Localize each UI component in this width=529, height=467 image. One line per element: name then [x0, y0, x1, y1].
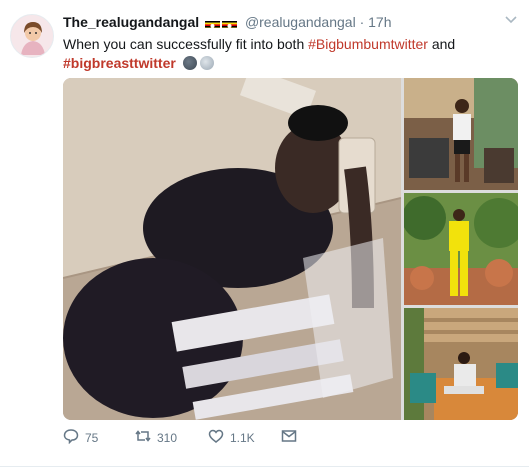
hashtag-link[interactable]: #Bigbumbumtwitter — [308, 36, 428, 52]
photo-side-1[interactable] — [404, 78, 518, 190]
envelope-icon — [281, 428, 297, 447]
like-count: 1.1K — [230, 430, 255, 445]
photo-side-2[interactable] — [402, 193, 518, 305]
reply-count: 75 — [85, 430, 99, 445]
hashtag-link[interactable]: #bigbreasttwitter — [63, 55, 176, 71]
chevron-down-icon[interactable] — [505, 12, 517, 27]
uganda-flag-icon — [205, 18, 221, 28]
reply-icon — [63, 428, 79, 447]
tweet-text-part: and — [427, 36, 456, 52]
new-moon-face-emoji-icon — [182, 56, 197, 70]
media-grid[interactable] — [63, 78, 518, 420]
heart-icon — [208, 428, 224, 447]
user-handle[interactable]: @realugandangal — [245, 14, 356, 30]
tweet[interactable]: The_realugandangal @realugandangal · 17h… — [0, 0, 529, 467]
separator-dot: · — [359, 14, 365, 30]
tweet-actions: 75 310 1.1K — [63, 428, 363, 452]
retweet-icon — [135, 428, 151, 447]
direct-message-button[interactable] — [281, 428, 297, 447]
uganda-flag-icon — [222, 18, 238, 28]
tweet-header: The_realugandangal @realugandangal · 17h — [63, 14, 392, 30]
timestamp[interactable]: 17h — [368, 14, 391, 30]
smiling-moon-emoji-icon — [199, 56, 214, 70]
display-name[interactable]: The_realugandangal — [63, 14, 199, 30]
tweet-text-part: When you can successfully fit into both — [63, 36, 309, 52]
reply-button[interactable]: 75 — [63, 428, 98, 447]
retweet-count: 310 — [157, 430, 178, 445]
retweet-button[interactable]: 310 — [135, 428, 177, 447]
avatar[interactable] — [10, 14, 54, 58]
photo-side-3[interactable] — [404, 308, 518, 420]
tweet-text: When you can successfully fit into both … — [63, 35, 513, 73]
like-button[interactable]: 1.1K — [208, 428, 255, 447]
photo-main[interactable] — [63, 78, 402, 420]
